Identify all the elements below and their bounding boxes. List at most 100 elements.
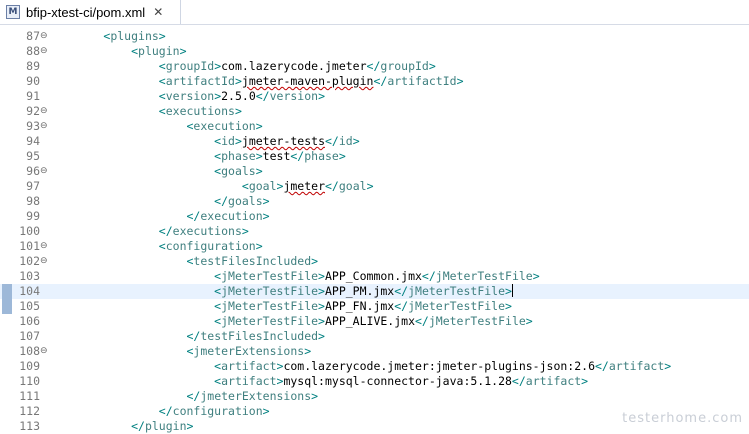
text-value	[48, 194, 214, 208]
tag-bracket: >	[366, 179, 374, 193]
text-value: test	[262, 149, 291, 163]
line-number: 104	[19, 284, 40, 298]
tag-name: jMeterTestFile	[435, 269, 533, 283]
line-number: 102	[19, 254, 40, 268]
tag-bracket: >	[311, 254, 319, 268]
text-value	[48, 329, 186, 343]
code-line[interactable]: 107 </testFilesIncluded>	[0, 329, 749, 344]
text-caret	[511, 284, 513, 297]
code-line[interactable]: 89 <groupId>com.lazerycode.jmeter</group…	[0, 59, 749, 74]
text-value: APP_FN.jmx	[324, 299, 395, 313]
line-number: 105	[19, 299, 40, 313]
code-line[interactable]: 101 ⊖ <configuration>	[0, 239, 749, 254]
tab-pom-xml[interactable]: M bfip-xtest-ci/pom.xml ✕	[0, 0, 181, 24]
text-value	[48, 104, 159, 118]
line-number: 88	[26, 44, 40, 58]
text-value	[48, 164, 214, 178]
code-line[interactable]: 90 <artifactId>jmeter-maven-plugin</arti…	[0, 74, 749, 89]
code-line[interactable]: 106 <jMeterTestFile>APP_ALIVE.jmx</jMete…	[0, 314, 749, 329]
tag-name: version	[269, 89, 319, 103]
text-value: APP_PM.jmx	[324, 284, 395, 298]
code-line[interactable]: 95 <phase>test</phase>	[0, 149, 749, 164]
tag-name: jmeterExtensions	[200, 389, 312, 403]
tag-bracket: >	[318, 299, 325, 313]
code-line[interactable]: 96 ⊖ <goals>	[0, 164, 749, 179]
tag-name: execution	[193, 119, 256, 133]
tag-bracket: >	[255, 119, 263, 133]
code-line[interactable]: 91 <version>2.5.0</version>	[0, 89, 749, 104]
xml-file-icon: M	[6, 5, 20, 19]
text-value	[48, 344, 186, 358]
tag-bracket: <	[158, 74, 166, 88]
line-number: 112	[19, 404, 40, 418]
tag-bracket: <	[158, 59, 166, 73]
tag-bracket: >	[664, 359, 672, 373]
code-line[interactable]: 104 <jMeterTestFile>APP_PM.jmx</jMeterTe…	[0, 284, 749, 299]
tag-name: execution	[200, 209, 263, 223]
code-editor[interactable]: 87 ⊖ <plugins> 88 ⊖ <plugin> 89 <groupId>com…	[0, 25, 749, 434]
tag-name: artifact	[221, 374, 277, 388]
tag-name: id	[338, 134, 353, 148]
code-line[interactable]: 92 ⊖ <executions>	[0, 104, 749, 119]
line-number: 94	[26, 134, 40, 148]
tag-bracket: >	[318, 284, 325, 298]
text-value	[48, 74, 159, 88]
text-value	[48, 134, 214, 148]
tag-bracket: </	[255, 89, 270, 103]
line-number: 106	[19, 314, 40, 328]
tag-name: jMeterTestFile	[408, 284, 506, 298]
code-line[interactable]: 105 <jMeterTestFile>APP_FN.jmx</jMeterTe…	[0, 299, 749, 314]
tag-name: artifact	[525, 374, 582, 388]
tag-name: testFilesIncluded	[193, 254, 312, 268]
line-number: 107	[19, 329, 40, 343]
tag-bracket: </	[394, 299, 409, 313]
text-value	[48, 269, 214, 283]
code-line[interactable]: 94 <id>jmeter-tests</id>	[0, 134, 749, 149]
tag-bracket: </	[366, 59, 381, 73]
code-line[interactable]: 103 <jMeterTestFile>APP_Common.jmx</jMet…	[0, 269, 749, 284]
tag-bracket: </	[290, 149, 305, 163]
code-text: <jMeterTestFile>APP_PM.jmx</jMeterTestFi…	[48, 284, 513, 299]
tag-bracket: </	[511, 374, 526, 388]
tag-bracket: </	[595, 359, 609, 373]
tag-bracket: >	[505, 299, 512, 313]
code-line[interactable]: 88 ⊖ <plugin>	[0, 44, 749, 59]
close-icon[interactable]: ✕	[153, 5, 163, 19]
tag-bracket: </	[186, 389, 201, 403]
code-line[interactable]: 102 ⊖ <testFilesIncluded>	[0, 254, 749, 269]
text-value	[48, 29, 103, 43]
code-text: <artifact>com.lazerycode.jmeter:jmeter-p…	[48, 359, 671, 374]
tag-name: plugin	[138, 44, 180, 58]
tag-bracket: </	[186, 209, 201, 223]
tag-name: jMeterTestFile	[221, 299, 319, 313]
code-text: <jMeterTestFile>APP_Common.jmx</jMeterTe…	[48, 269, 540, 284]
line-number: 100	[19, 224, 40, 238]
line-number: 87	[26, 29, 40, 43]
code-text: <phase>test</phase>	[48, 149, 346, 164]
code-line[interactable]: 97 <goal>jmeter</goal>	[0, 179, 749, 194]
code-line[interactable]: 99 </execution>	[0, 209, 749, 224]
code-line[interactable]: 93 ⊖ <execution>	[0, 119, 749, 134]
line-number: 113	[19, 419, 40, 433]
tag-name: artifactId	[387, 74, 457, 88]
code-line[interactable]: 87 ⊖ <plugins>	[0, 29, 749, 44]
code-line[interactable]: 98 </goals>	[0, 194, 749, 209]
tag-bracket: >	[532, 269, 540, 283]
code-line[interactable]: 111 </jmeterExtensions>	[0, 389, 749, 404]
code-text: <plugins>	[48, 29, 165, 44]
code-text: <executions>	[48, 104, 242, 119]
line-number: 89	[26, 59, 40, 73]
tag-bracket: </	[421, 269, 436, 283]
code-line[interactable]: 109 <artifact>com.lazerycode.jmeter:jmet…	[0, 359, 749, 374]
code-line[interactable]: 110 <artifact>mysql:mysql-connector-java…	[0, 374, 749, 389]
spellcheck-text: jmeter-tests	[241, 134, 325, 148]
text-value	[48, 59, 159, 73]
tag-bracket: >	[525, 314, 533, 328]
text-value	[48, 209, 186, 223]
tag-name: testFilesIncluded	[200, 329, 319, 343]
line-number: 95	[26, 149, 40, 163]
text-value	[48, 284, 214, 298]
line-number: 109	[19, 359, 40, 373]
code-line[interactable]: 100 </executions>	[0, 224, 749, 239]
code-line[interactable]: 108 ⊖ <jmeterExtensions>	[0, 344, 749, 359]
